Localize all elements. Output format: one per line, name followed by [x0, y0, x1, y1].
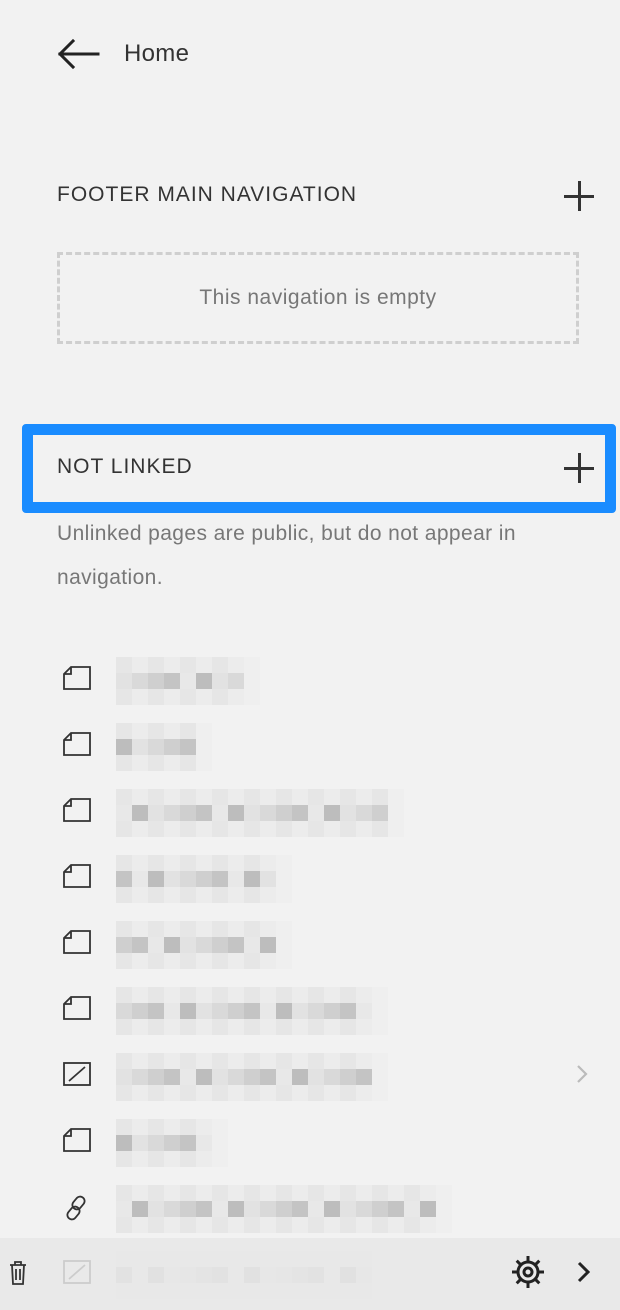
arrow-left-icon — [56, 38, 100, 70]
add-footer-nav-button[interactable] — [564, 180, 596, 212]
redacted-page-title — [116, 1119, 228, 1167]
disabled-page-icon — [62, 1061, 94, 1089]
back-label: Home — [124, 40, 190, 67]
page-icon — [62, 731, 94, 759]
page-row[interactable] — [0, 777, 620, 843]
redacted-page-title — [116, 1185, 452, 1233]
page-icon — [62, 1127, 94, 1155]
redacted-page-title — [116, 921, 292, 969]
page-icon — [62, 863, 94, 891]
page-row[interactable] — [0, 1173, 620, 1239]
page-icon — [62, 797, 94, 825]
trash-icon[interactable] — [8, 1260, 28, 1291]
add-unlinked-page-button[interactable] — [564, 452, 596, 484]
page-row[interactable] — [0, 711, 620, 777]
redacted-page-title — [116, 723, 212, 771]
footer-nav-title: FOOTER MAIN NAVIGATION — [57, 183, 358, 206]
page-row[interactable] — [0, 843, 620, 909]
back-home-link[interactable]: Home — [56, 36, 189, 72]
redacted-page-title — [116, 987, 388, 1035]
page-icon — [62, 665, 94, 693]
redacted-page-title — [116, 789, 404, 837]
redacted-page-title — [116, 657, 260, 705]
page-row[interactable] — [0, 1107, 620, 1173]
chevron-right-icon[interactable] — [576, 1260, 592, 1289]
page-row[interactable] — [0, 645, 620, 711]
page-row[interactable] — [0, 1041, 620, 1107]
row-action-bar — [0, 1238, 620, 1310]
page-icon — [62, 995, 94, 1023]
redacted-page-title — [116, 1053, 388, 1101]
empty-navigation-box: This navigation is empty — [57, 252, 579, 344]
not-linked-title: NOT LINKED — [57, 455, 193, 478]
page-row[interactable] — [0, 975, 620, 1041]
link-icon — [62, 1193, 94, 1221]
empty-navigation-text: This navigation is empty — [199, 286, 437, 309]
redacted-page-title — [116, 855, 292, 903]
not-linked-description: Unlinked pages are public, but do not ap… — [57, 522, 516, 589]
gear-icon[interactable] — [510, 1254, 546, 1295]
chevron-right-icon[interactable] — [574, 1063, 594, 1085]
page-icon — [62, 929, 94, 957]
page-row[interactable] — [0, 909, 620, 975]
